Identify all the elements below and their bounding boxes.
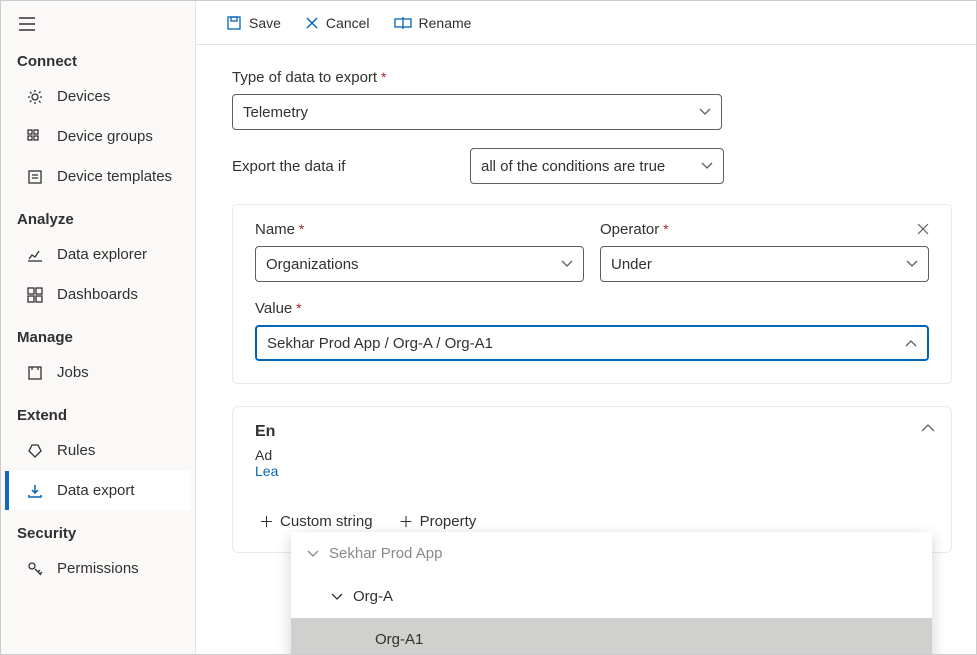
sidebar-label: Data export [57, 482, 135, 499]
rename-label: Rename [419, 15, 472, 31]
sidebar-item-dashboards[interactable]: Dashboards [5, 275, 191, 314]
sidebar-label: Dashboards [57, 286, 138, 303]
dropdown-label: Org-A [353, 588, 393, 605]
toolbar: Save Cancel Rename [196, 1, 976, 45]
sidebar-item-data-explorer[interactable]: Data explorer [5, 235, 191, 274]
sidebar-label: Device groups [57, 128, 153, 145]
hamburger-menu[interactable] [1, 5, 195, 39]
name-select[interactable]: Organizations [255, 246, 584, 282]
type-value: Telemetry [243, 104, 699, 121]
chevron-down-icon [701, 162, 713, 170]
name-label: Name [255, 221, 295, 238]
condition-card: Name * Organizations Operator * Under [232, 204, 952, 384]
dropdown-label: Org-A1 [375, 631, 423, 648]
dropdown-item-org-a1[interactable]: Org-A1 [291, 618, 932, 654]
dropdown-item-root[interactable]: Sekhar Prod App [291, 532, 932, 575]
cancel-button[interactable]: Cancel [297, 9, 378, 37]
sidebar-item-devices[interactable]: Devices [5, 77, 191, 116]
sidebar-label: Jobs [57, 364, 89, 381]
chevron-down-icon [699, 108, 711, 116]
device-groups-icon [27, 129, 43, 145]
dropdown-item-org-a[interactable]: Org-A [291, 575, 932, 618]
chip-label: Property [420, 513, 477, 530]
device-templates-icon [27, 169, 43, 185]
export-if-select[interactable]: all of the conditions are true [470, 148, 724, 184]
data-explorer-icon [27, 247, 43, 263]
required-marker: * [296, 300, 301, 316]
chevron-down-icon [307, 550, 319, 558]
export-if-value: all of the conditions are true [481, 158, 701, 175]
sidebar-item-rules[interactable]: Rules [5, 431, 191, 470]
sidebar-item-device-groups[interactable]: Device groups [5, 117, 191, 156]
type-label: Type of data to export [232, 69, 377, 86]
sidebar-label: Permissions [57, 560, 139, 577]
jobs-icon [27, 365, 43, 381]
dropdown-label: Sekhar Prod App [329, 545, 442, 562]
chevron-down-icon [331, 593, 343, 601]
data-export-icon [27, 483, 43, 499]
permissions-icon [27, 561, 43, 577]
dashboards-icon [27, 287, 43, 303]
rename-icon [394, 16, 412, 30]
value-select[interactable]: Sekhar Prod App / Org-A / Org-A1 [255, 325, 929, 361]
section-extend: Extend [1, 393, 195, 430]
sidebar-item-jobs[interactable]: Jobs [5, 353, 191, 392]
plus-icon: ＋ [259, 511, 274, 532]
sidebar-label: Devices [57, 88, 110, 105]
form-area: Type of data to export * Telemetry Expor… [196, 45, 976, 654]
operator-label: Operator [600, 221, 659, 238]
chevron-down-icon [906, 260, 918, 268]
sidebar: Connect Devices Device groups Device tem… [1, 1, 196, 654]
rename-button[interactable]: Rename [386, 9, 480, 37]
sidebar-label: Data explorer [57, 246, 147, 263]
plus-icon: ＋ [399, 511, 414, 532]
close-icon [916, 222, 930, 236]
chevron-up-icon [921, 423, 935, 433]
operator-select[interactable]: Under [600, 246, 929, 282]
required-marker: * [663, 221, 668, 237]
required-marker: * [381, 69, 386, 85]
cancel-label: Cancel [326, 15, 370, 31]
export-if-label: Export the data if [232, 158, 458, 175]
enrich-subtext: Ad [255, 447, 929, 463]
collapse-button[interactable] [921, 423, 935, 433]
devices-icon [27, 89, 43, 105]
section-connect: Connect [1, 39, 195, 76]
chip-label: Custom string [280, 513, 373, 530]
remove-condition-button[interactable] [907, 213, 939, 245]
section-security: Security [1, 511, 195, 548]
operator-value: Under [611, 256, 906, 273]
value-dropdown: Sekhar Prod App Org-A Org-A1 Org-A2 Org-… [291, 532, 932, 654]
cancel-icon [305, 16, 319, 30]
chevron-down-icon [561, 260, 573, 268]
enrich-learn-link[interactable]: Lea [255, 463, 278, 479]
sidebar-label: Device templates [57, 168, 172, 185]
save-label: Save [249, 15, 281, 31]
required-marker: * [299, 221, 304, 237]
sidebar-item-data-export[interactable]: Data export [5, 471, 191, 510]
section-analyze: Analyze [1, 197, 195, 234]
save-button[interactable]: Save [218, 9, 289, 37]
sidebar-item-device-templates[interactable]: Device templates [5, 157, 191, 196]
main-content: Save Cancel Rename Type of data to expor… [196, 1, 976, 654]
type-select[interactable]: Telemetry [232, 94, 722, 130]
hamburger-icon [19, 17, 35, 31]
value-value: Sekhar Prod App / Org-A / Org-A1 [267, 335, 905, 352]
section-manage: Manage [1, 315, 195, 352]
enrich-heading: En [255, 423, 929, 441]
name-value: Organizations [266, 256, 561, 273]
chevron-up-icon [905, 339, 917, 347]
sidebar-label: Rules [57, 442, 95, 459]
enrichments-card: En Ad Lea ＋ Custom string ＋ Property [232, 406, 952, 553]
value-label: Value [255, 300, 292, 317]
rules-icon [27, 443, 43, 459]
save-icon [226, 15, 242, 31]
sidebar-item-permissions[interactable]: Permissions [5, 549, 191, 588]
